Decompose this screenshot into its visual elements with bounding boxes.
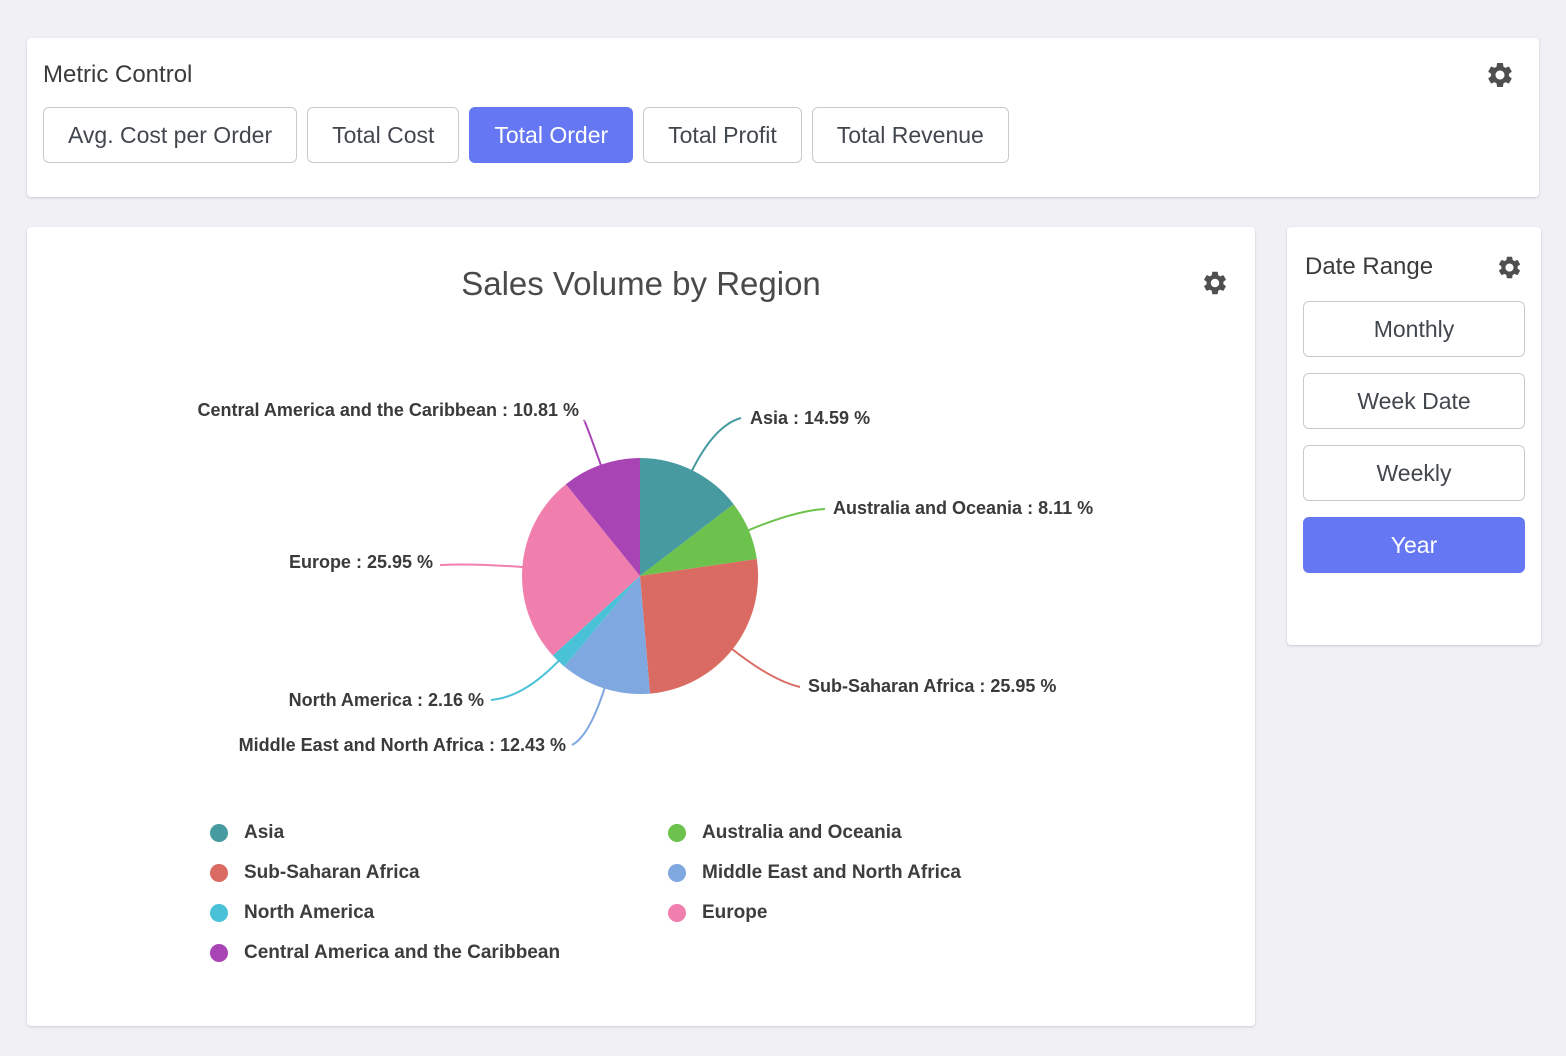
asia-leader-line	[691, 418, 741, 472]
chart-legend: Asia Australia and Oceania Sub-Saharan Afr…	[210, 822, 961, 964]
metric-button-total-cost[interactable]: Total Cost	[307, 107, 459, 163]
australia-and-oceania-leader-line	[747, 509, 825, 531]
legend-item-australia-and-oceania[interactable]: Australia and Oceania	[668, 822, 961, 844]
chart-title: Sales Volume by Region	[27, 265, 1255, 303]
legend-dot	[210, 864, 228, 882]
metric-button-total-profit[interactable]: Total Profit	[643, 107, 802, 163]
legend-item-europe[interactable]: Europe	[668, 902, 961, 924]
date-range-button-week-date[interactable]: Week Date	[1303, 373, 1525, 429]
date-range-title: Date Range	[1305, 253, 1433, 281]
middle-east-and-north-africa-leader-line	[572, 687, 605, 745]
legend-label: Sub-Saharan Africa	[244, 862, 420, 884]
legend-item-sub-saharan-africa[interactable]: Sub-Saharan Africa	[210, 862, 668, 884]
metric-buttons-group: Avg. Cost per OrderTotal CostTotal Order…	[27, 90, 1539, 163]
metric-button-total-order[interactable]: Total Order	[469, 107, 633, 163]
metric-control-panel: Metric Control Avg. Cost per OrderTotal …	[27, 38, 1539, 197]
metric-button-total-revenue[interactable]: Total Revenue	[812, 107, 1009, 163]
north-america-leader-line	[491, 660, 560, 700]
legend-dot	[668, 904, 686, 922]
legend-item-middle-east-and-north-africa[interactable]: Middle East and North Africa	[668, 862, 961, 884]
europe-value-label: Europe : 25.95 %	[289, 552, 433, 572]
europe-leader-line	[440, 564, 524, 567]
legend-dot	[668, 864, 686, 882]
legend-dot	[210, 944, 228, 962]
north-america-value-label: North America : 2.16 %	[289, 690, 484, 710]
date-range-button-year[interactable]: Year	[1303, 517, 1525, 573]
central-america-and-the-caribbean-leader-line	[584, 421, 601, 467]
gear-icon	[1201, 269, 1229, 297]
legend-dot	[210, 904, 228, 922]
legend-item-asia[interactable]: Asia	[210, 822, 668, 844]
metric-control-title: Metric Control	[43, 61, 192, 89]
legend-item-north-america[interactable]: North America	[210, 902, 668, 924]
date-range-header: Date Range	[1287, 227, 1541, 281]
chart-settings-gear-icon[interactable]	[1201, 269, 1229, 297]
asia-value-label: Asia : 14.59 %	[750, 408, 870, 428]
date-range-settings-gear-icon[interactable]	[1496, 254, 1523, 281]
pie-chart: Asia : 14.59 % Australia and Oceania : 8.…	[27, 388, 1255, 818]
metric-control-header: Metric Control	[27, 38, 1539, 90]
australia-and-oceania-value-label: Australia and Oceania : 8.11 %	[833, 498, 1093, 518]
legend-label: North America	[244, 902, 374, 924]
sub-saharan-africa-leader-line	[731, 648, 800, 687]
legend-label: Australia and Oceania	[702, 822, 902, 844]
date-range-button-monthly[interactable]: Monthly	[1303, 301, 1525, 357]
central-america-and-the-caribbean-value-label: Central America and the Caribbean : 10.8…	[198, 400, 579, 420]
date-range-button-weekly[interactable]: Weekly	[1303, 445, 1525, 501]
gear-icon	[1496, 254, 1523, 281]
legend-label: Asia	[244, 822, 284, 844]
metric-button-avg-cost-per-order[interactable]: Avg. Cost per Order	[43, 107, 297, 163]
legend-dot	[210, 824, 228, 842]
middle-east-and-north-africa-value-label: Middle East and North Africa : 12.43 %	[239, 735, 566, 755]
legend-item-central-america-and-the-caribbean[interactable]: Central America and the Caribbean	[210, 942, 668, 964]
legend-label: Central America and the Caribbean	[244, 942, 560, 964]
legend-label: Middle East and North Africa	[702, 862, 961, 884]
sales-volume-chart-panel: Sales Volume by Region Asia : 14.59 % Aus…	[27, 227, 1255, 1026]
legend-dot	[668, 824, 686, 842]
gear-icon	[1485, 60, 1515, 90]
metric-settings-gear-icon[interactable]	[1485, 60, 1515, 90]
legend-label: Europe	[702, 902, 767, 924]
date-range-panel: Date Range Monthly Week Date Weekly Year	[1287, 227, 1541, 645]
sub-saharan-africa-value-label: Sub-Saharan Africa : 25.95 %	[808, 676, 1056, 696]
sub-saharan-africa-pie-slice[interactable]	[640, 559, 758, 694]
date-range-buttons-group: Monthly Week Date Weekly Year	[1287, 281, 1541, 573]
